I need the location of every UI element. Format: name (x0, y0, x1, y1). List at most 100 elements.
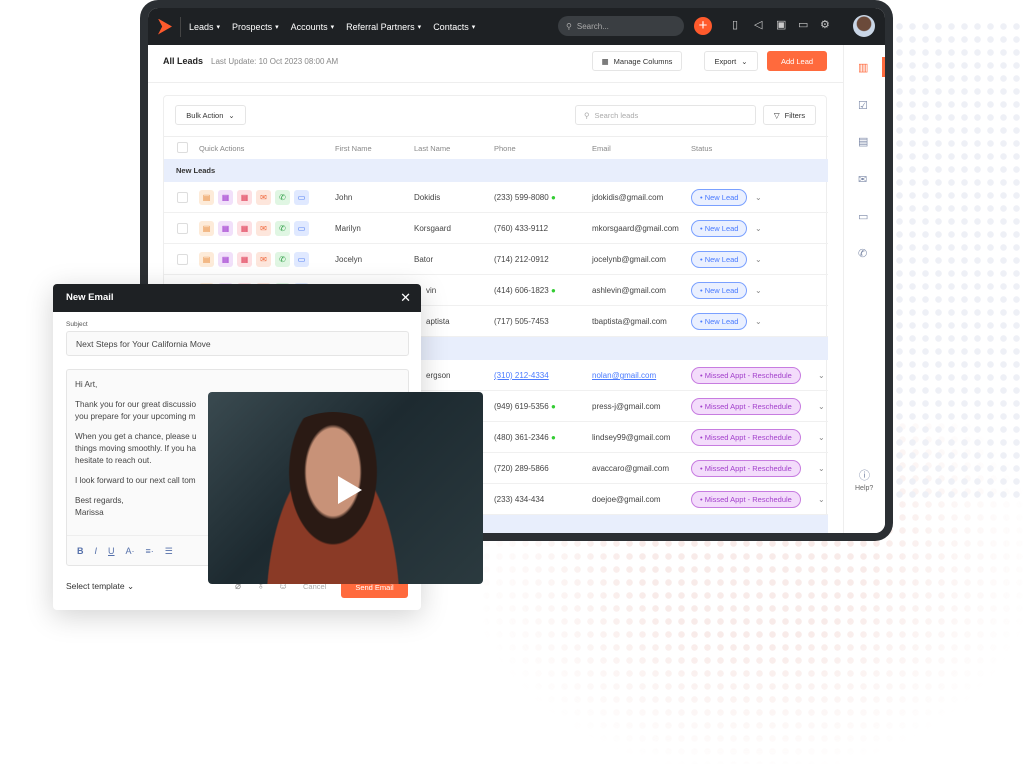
select-template-dropdown[interactable]: Select template ⌄ (66, 581, 134, 592)
chevron-down-icon[interactable]: ⌄ (818, 484, 825, 515)
select-all-checkbox[interactable] (177, 142, 188, 153)
status-badge[interactable]: • Missed Appt - Reschedule (691, 398, 801, 415)
chevron-down-icon[interactable]: ⌄ (755, 275, 762, 306)
nav-leads[interactable]: Leads ▾ (189, 22, 220, 32)
chevron-down-icon[interactable]: ⌄ (818, 391, 825, 422)
email[interactable]: doejoe@gmail.com (592, 484, 661, 515)
phone-number[interactable]: (949) 619-5356 (494, 402, 549, 411)
chevron-down-icon[interactable]: ⌄ (755, 182, 762, 213)
gear-icon[interactable]: ⚙ (820, 18, 830, 31)
phone-icon[interactable]: ✆ (275, 252, 290, 267)
phone-icon[interactable]: ✆ (858, 247, 867, 260)
nav-contacts[interactable]: Contacts ▾ (433, 22, 475, 32)
phone[interactable]: (414) 606-1823 ● (494, 275, 556, 306)
form-icon[interactable]: ▦ (218, 221, 233, 236)
nav-prospects[interactable]: Prospects ▾ (232, 22, 279, 32)
chevron-down-icon[interactable]: ⌄ (755, 306, 762, 337)
play-icon[interactable] (338, 476, 362, 504)
table-row[interactable]: ▤ ▦ ▦ ✉ ✆ ▭ John Dokidis (233) 599-8080 ● jdokidi… (164, 182, 828, 213)
column-header[interactable]: First Name (335, 137, 372, 160)
chat-icon[interactable]: ▭ (294, 252, 309, 267)
status-badge[interactable]: • Missed Appt - Reschedule (691, 491, 801, 508)
info-icon[interactable]: ⓘ (859, 467, 870, 483)
phone[interactable]: (760) 433-9112 (494, 213, 548, 244)
phone-number[interactable]: (414) 606-1823 (494, 286, 549, 295)
mail-icon[interactable]: ✉ (256, 221, 271, 236)
phone[interactable]: (714) 212-0912 (494, 244, 549, 275)
bulk-action-dropdown[interactable]: Bulk Action ⌄ (175, 105, 246, 125)
status-badge[interactable]: • Missed Appt - Reschedule (691, 429, 801, 446)
phone[interactable]: (480) 361-2346 ● (494, 422, 556, 453)
column-header[interactable]: Phone (494, 137, 516, 160)
chat-icon[interactable]: ▭ (294, 221, 309, 236)
nav-accounts[interactable]: Accounts ▾ (291, 22, 335, 32)
chat-icon[interactable]: ▭ (858, 210, 868, 223)
status-badge[interactable]: • Missed Appt - Reschedule (691, 460, 801, 477)
mail-icon[interactable]: ✉ (858, 173, 867, 186)
phone[interactable]: (310) 212-4334 (494, 360, 549, 391)
add-lead-button[interactable]: Add Lead (767, 51, 827, 71)
phone-number[interactable]: (233) 599-8080 (494, 193, 549, 202)
phone-number[interactable]: (310) 212-4334 (494, 371, 549, 380)
column-header[interactable]: Last Name (414, 137, 450, 160)
row-checkbox[interactable] (177, 254, 188, 265)
email[interactable]: tbaptista@gmail.com (592, 306, 667, 337)
note-icon[interactable]: ▤ (199, 190, 214, 205)
search-leads-input[interactable]: ⚲ Search leads (575, 105, 756, 125)
email[interactable]: jocelynb@gmail.com (592, 244, 666, 275)
status-badge[interactable]: • New Lead (691, 189, 748, 206)
email[interactable]: mkorsgaard@gmail.com (592, 213, 679, 244)
phone-number[interactable]: (720) 289-5866 (494, 464, 549, 473)
filters-button[interactable]: ▽ Filters (763, 105, 816, 125)
subject-input[interactable]: Next Steps for Your California Move (66, 331, 409, 356)
note-icon[interactable]: ▤ (199, 252, 214, 267)
phone-icon[interactable]: ✆ (275, 190, 290, 205)
export-button[interactable]: Export ⌄ (704, 51, 758, 71)
phone-number[interactable]: (714) 212-0912 (494, 255, 549, 264)
column-header[interactable]: Status (691, 137, 712, 160)
mail-icon[interactable]: ✉ (256, 190, 271, 205)
chart-icon[interactable]: ▥ (858, 61, 868, 74)
status-badge[interactable]: • New Lead (691, 251, 748, 268)
status-badge[interactable]: • New Lead (691, 282, 748, 299)
phone[interactable]: (949) 619-5356 ● (494, 391, 556, 422)
phone[interactable]: (233) 599-8080 ● (494, 182, 556, 213)
monitor-icon[interactable]: ▭ (798, 18, 808, 31)
phone-number[interactable]: (760) 433-9112 (494, 224, 548, 233)
form-icon[interactable]: ▦ (218, 190, 233, 205)
status-badge[interactable]: • New Lead (691, 313, 748, 330)
column-header[interactable]: Email (592, 137, 611, 160)
email[interactable]: lindsey99@gmail.com (592, 422, 670, 453)
email[interactable]: nolan@gmail.com (592, 360, 656, 391)
email[interactable]: ashlevin@gmail.com (592, 275, 666, 306)
phone-number[interactable]: (233) 434-434 (494, 495, 544, 504)
table-row[interactable]: ▤ ▦ ▦ ✉ ✆ ▭ Marilyn Korsgaard (760) 433-9112 mkor… (164, 213, 828, 244)
calendar-icon[interactable]: ▦ (237, 252, 252, 267)
calendar-icon[interactable]: ▦ (237, 221, 252, 236)
mail-icon[interactable]: ✉ (256, 252, 271, 267)
phone-icon[interactable]: ✆ (275, 221, 290, 236)
video-message-preview[interactable] (208, 392, 483, 584)
megaphone-icon[interactable]: ◁ (754, 18, 762, 31)
nav-referral-partners[interactable]: Referral Partners ▾ (346, 22, 421, 32)
add-button[interactable]: + (694, 17, 712, 35)
global-search-input[interactable]: ⚲ Search... (558, 16, 684, 36)
phone[interactable]: (717) 505-7453 (494, 306, 549, 337)
italic-icon[interactable]: I (95, 545, 98, 557)
table-row[interactable]: ▤ ▦ ▦ ✉ ✆ ▭ Jocelyn Bator (714) 212-0912 jocelynb… (164, 244, 828, 275)
email[interactable]: jdokidis@gmail.com (592, 182, 663, 213)
underline-icon[interactable]: U (108, 545, 115, 557)
calendar-icon[interactable]: ▤ (858, 135, 868, 148)
email[interactable]: avaccaro@gmail.com (592, 453, 669, 484)
chat-icon[interactable]: ▭ (294, 190, 309, 205)
row-checkbox[interactable] (177, 192, 188, 203)
chevron-down-icon[interactable]: ⌄ (755, 244, 762, 275)
calendar-icon[interactable]: ▦ (237, 190, 252, 205)
close-icon[interactable]: ✕ (400, 284, 411, 312)
list-icon[interactable]: ☰ (165, 545, 173, 557)
checklist-icon[interactable]: ▣ (776, 18, 786, 31)
report-icon[interactable]: ▯ (732, 18, 738, 31)
avatar[interactable] (853, 15, 875, 37)
phone[interactable]: (233) 434-434 (494, 484, 544, 515)
logo-icon[interactable] (158, 18, 172, 35)
